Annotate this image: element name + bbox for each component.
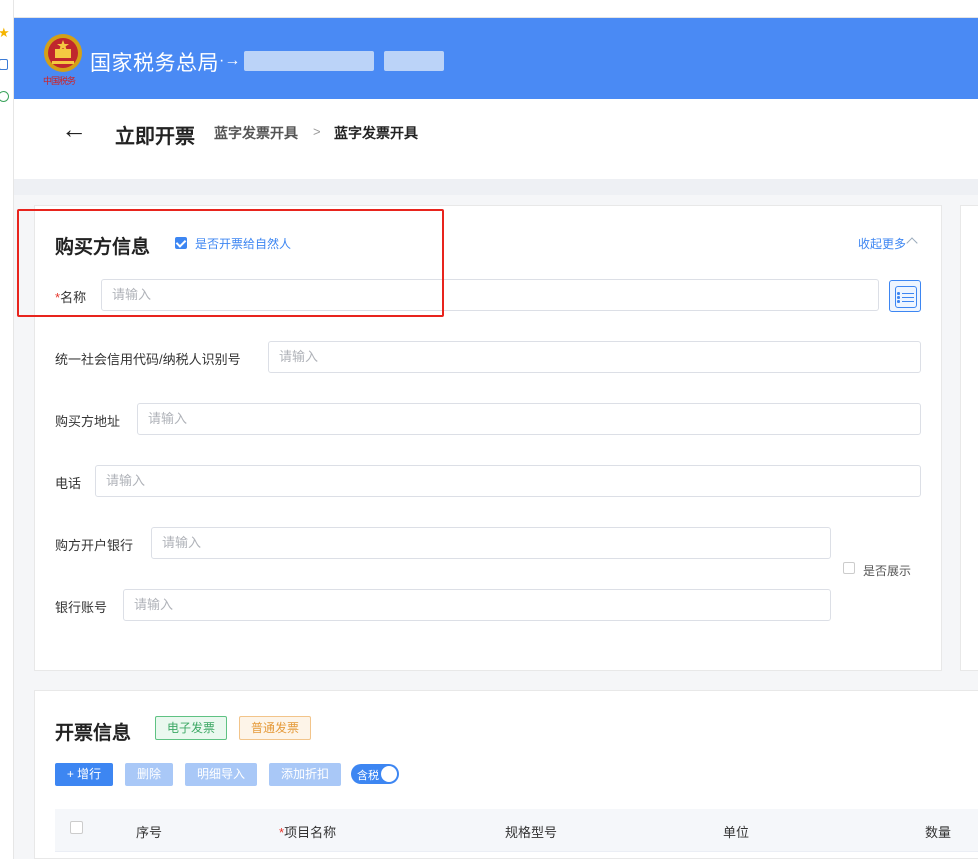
document-icon[interactable] [0, 59, 8, 70]
add-row-button[interactable]: + 增行 [55, 763, 113, 786]
toggle-knob [381, 766, 397, 782]
address-input[interactable]: 请输入 [137, 403, 921, 435]
brand-suffix: ·→ [219, 52, 241, 69]
collapse-more-link[interactable]: 收起更多 [858, 235, 906, 252]
delete-button[interactable]: 删除 [125, 763, 173, 786]
column-quantity: 数量 [925, 825, 952, 840]
account-input[interactable]: 请输入 [123, 589, 831, 621]
tax-included-toggle[interactable]: 含税 [351, 764, 399, 784]
add-discount-button[interactable]: 添加折扣 [269, 763, 341, 786]
browser-gutter: ★ [0, 0, 14, 859]
column-spec: 规格型号 [505, 825, 558, 840]
breadcrumb-item-blue-invoice[interactable]: 蓝字发票开具 [214, 123, 298, 143]
breadcrumb-separator: > [313, 124, 321, 139]
items-table-header: 序号 *项目名称 规格型号 单位 数量 [55, 809, 978, 852]
redacted-text [244, 51, 374, 71]
phone-input[interactable]: 请输入 [95, 465, 921, 497]
show-checkbox[interactable] [843, 562, 855, 574]
invoice-info-title: 开票信息 [55, 723, 132, 744]
bank-label: 购方开户银行 [55, 538, 134, 553]
normal-invoice-tag: 普通发票 [239, 716, 312, 740]
tax-id-label: 统一社会信用代码/纳税人识别号 [55, 352, 241, 367]
show-label[interactable]: 是否展示 [863, 562, 911, 579]
invoice-info-card: 开票信息 电子发票 普通发票 + 增行 删除 明细导入 添加折扣 含税 序号 *… [34, 690, 978, 859]
highlight-box [17, 209, 444, 317]
arrow-left-icon[interactable]: ← [61, 116, 87, 142]
detail-import-button[interactable]: 明细导入 [185, 763, 257, 786]
divider-strip [14, 179, 978, 195]
column-item-name: *项目名称 [279, 822, 336, 841]
tax-id-input[interactable]: 请输入 [268, 341, 921, 373]
electronic-invoice-tag: 电子发票 [155, 716, 228, 740]
chat-icon[interactable] [0, 91, 9, 102]
buyer-list-button[interactable] [889, 280, 921, 312]
tax-included-label: 含税 [357, 770, 379, 782]
select-all-checkbox[interactable] [70, 821, 83, 834]
side-panel [960, 205, 978, 671]
top-border [14, 0, 978, 18]
breadcrumb-item-current: 蓝字发票开具 [334, 125, 418, 141]
brand-title: 国家税务总局 [90, 52, 219, 75]
national-emblem-icon [44, 34, 82, 72]
chevron-up-icon[interactable] [906, 237, 918, 249]
redacted-text [384, 51, 444, 71]
column-item-name-text: 项目名称 [284, 825, 337, 840]
breadcrumb-bar: ← 立即开票 蓝字发票开具 > 蓝字发票开具 [14, 99, 978, 179]
bank-input[interactable]: 请输入 [151, 527, 831, 559]
site-header: 中国税务 国家税务总局 ·→ [14, 18, 978, 99]
column-index: 序号 [136, 825, 163, 840]
column-unit: 单位 [723, 825, 750, 840]
account-label: 银行账号 [55, 600, 108, 615]
emblem-script: 中国税务 [43, 77, 76, 87]
favorite-star-icon[interactable]: ★ [0, 26, 10, 39]
page-title: 立即开票 [115, 126, 195, 148]
phone-label: 电话 [55, 476, 82, 491]
address-label: 购买方地址 [55, 414, 121, 429]
